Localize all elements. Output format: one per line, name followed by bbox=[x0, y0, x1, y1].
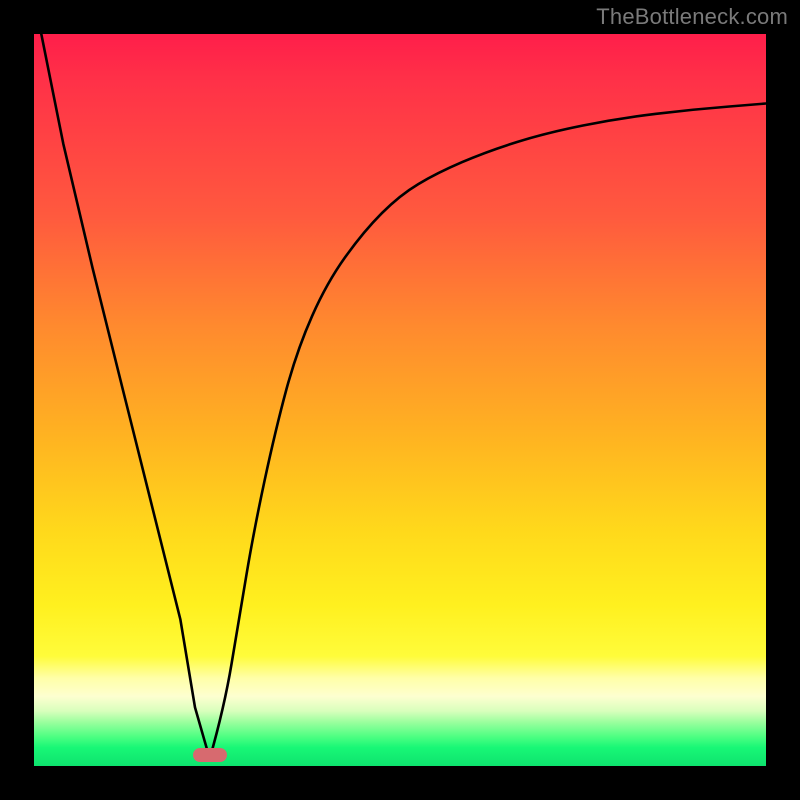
curve-layer bbox=[34, 34, 766, 766]
plot-area bbox=[34, 34, 766, 766]
min-marker bbox=[193, 748, 227, 762]
chart-frame: TheBottleneck.com bbox=[0, 0, 800, 800]
bottleneck-curve bbox=[41, 34, 766, 759]
attribution-text: TheBottleneck.com bbox=[596, 4, 788, 30]
